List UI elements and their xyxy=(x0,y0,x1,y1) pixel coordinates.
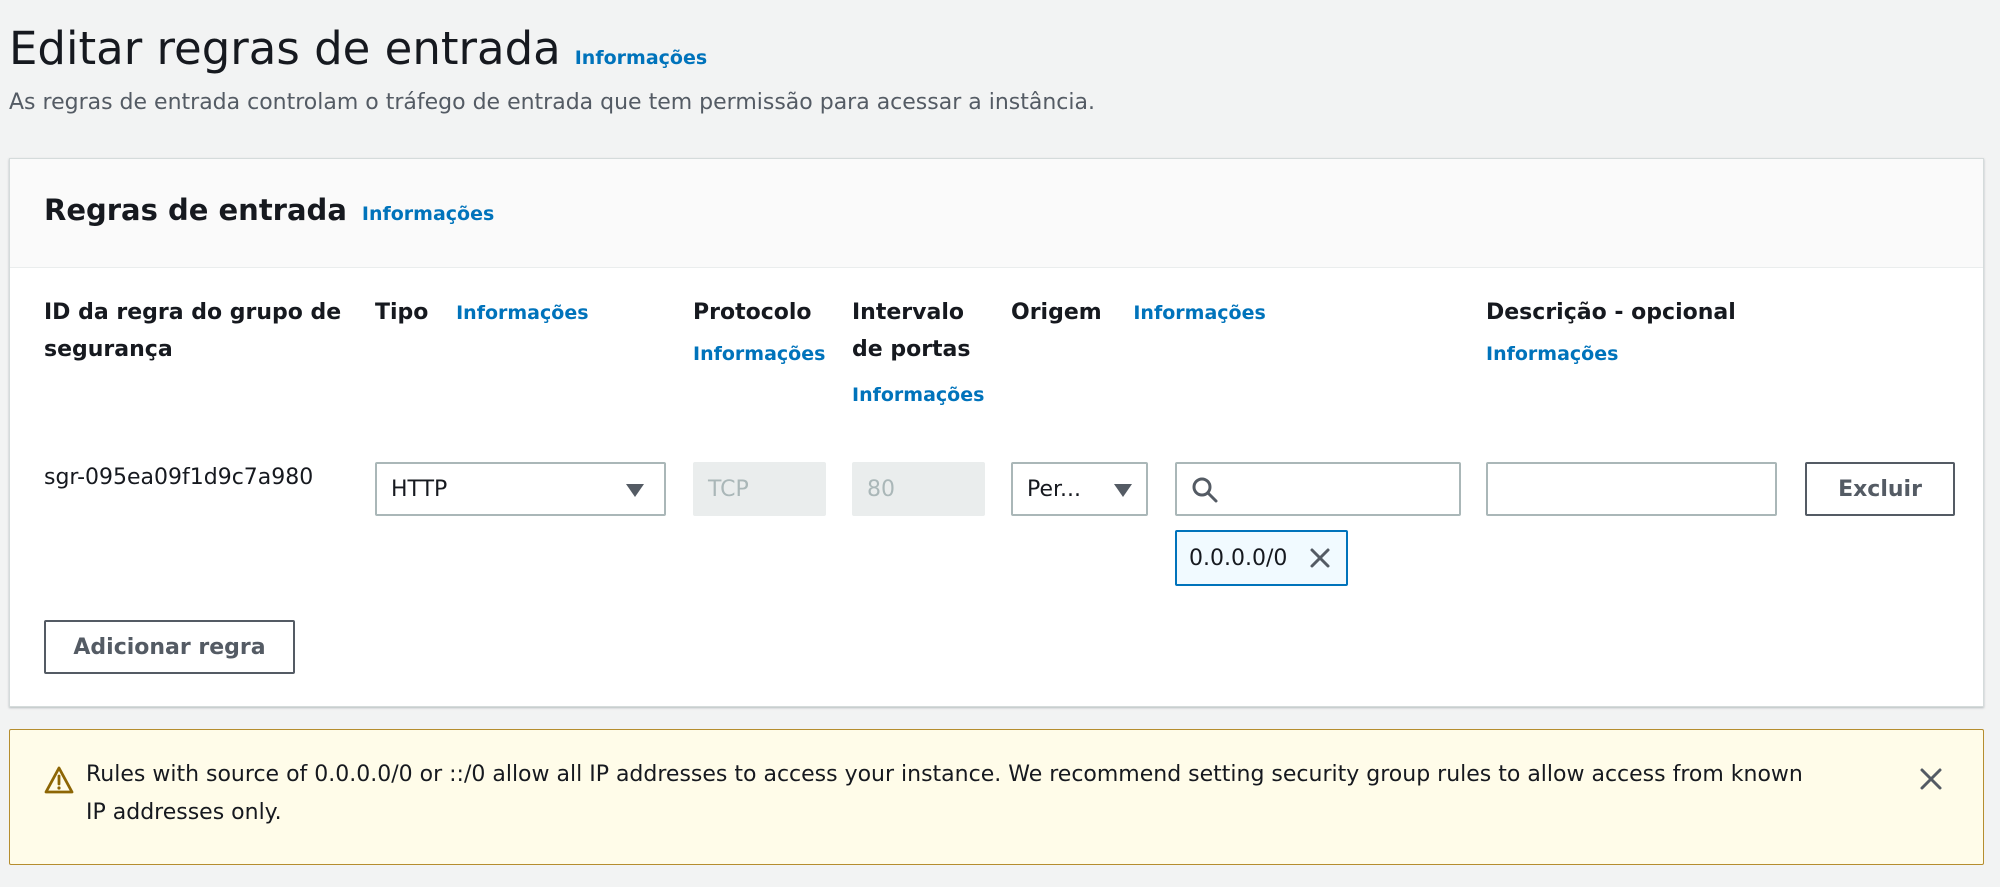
panel-title: Regras de entrada Informações xyxy=(44,193,494,227)
panel-header: Regras de entrada Informações xyxy=(10,159,1983,268)
warning-icon xyxy=(44,766,74,794)
caret-down-icon xyxy=(1114,484,1132,497)
panel-title-text: Regras de entrada xyxy=(44,193,347,227)
source-token-label: 0.0.0.0/0 xyxy=(1189,545,1288,571)
caret-down-icon xyxy=(626,484,644,497)
port-range-info-link[interactable]: Informações xyxy=(852,380,984,410)
port-range-value: 80 xyxy=(867,476,895,502)
column-header-port-range-label: Intervalo de portas xyxy=(852,300,971,362)
column-header-description: Descrição - opcional Informações xyxy=(1486,294,1736,369)
column-header-description-label: Descrição - opcional xyxy=(1486,300,1736,325)
protocol-field: TCP xyxy=(693,462,826,516)
add-rule-button[interactable]: Adicionar regra xyxy=(44,620,295,674)
warning-alert: Rules with source of 0.0.0.0/0 or ::/0 a… xyxy=(9,729,1984,865)
alert-text: Rules with source of 0.0.0.0/0 or ::/0 a… xyxy=(86,762,1803,825)
column-header-protocol-label: Protocolo xyxy=(693,300,812,325)
add-rule-button-label: Adicionar regra xyxy=(73,634,266,660)
column-header-source: Origem Informações xyxy=(1011,294,1266,332)
source-token: 0.0.0.0/0 xyxy=(1175,530,1348,586)
protocol-value: TCP xyxy=(708,476,749,502)
page-title-text: Editar regras de entrada xyxy=(9,22,561,75)
page-title-info-link[interactable]: Informações xyxy=(575,47,707,69)
close-icon[interactable] xyxy=(1308,546,1332,570)
type-select-value: HTTP xyxy=(391,476,448,502)
column-header-type: Tipo Informações xyxy=(375,294,589,332)
type-select[interactable]: HTTP xyxy=(375,462,666,516)
description-info-link[interactable]: Informações xyxy=(1486,339,1736,369)
description-input[interactable] xyxy=(1486,462,1777,516)
port-range-field: 80 xyxy=(852,462,985,516)
type-info-link[interactable]: Informações xyxy=(456,302,588,324)
panel-info-link[interactable]: Informações xyxy=(362,203,494,225)
column-header-protocol: Protocolo Informações xyxy=(693,294,825,369)
delete-rule-button[interactable]: Excluir xyxy=(1805,462,1955,516)
column-header-rule-id: ID da regra do grupo de segurança xyxy=(44,300,342,362)
page-title: Editar regras de entrada Informações xyxy=(9,22,707,75)
column-header-source-label: Origem xyxy=(1011,300,1102,325)
close-icon[interactable] xyxy=(1918,766,1944,792)
source-mode-select[interactable]: Per... xyxy=(1011,462,1148,516)
source-info-link[interactable]: Informações xyxy=(1133,302,1265,324)
search-icon xyxy=(1192,477,1218,503)
source-mode-value: Per... xyxy=(1027,476,1082,502)
rule-id-value: sgr-095ea09f1d9c7a980 xyxy=(44,465,314,490)
page-description: As regras de entrada controlam o tráfego… xyxy=(9,90,1095,115)
source-search-input[interactable] xyxy=(1175,462,1461,516)
delete-rule-button-label: Excluir xyxy=(1838,476,1922,502)
column-header-port-range: Intervalo de portas Informações xyxy=(852,294,984,410)
protocol-info-link[interactable]: Informações xyxy=(693,339,825,369)
column-header-type-label: Tipo xyxy=(375,300,429,325)
inbound-rules-panel: Regras de entrada Informações ID da regr… xyxy=(9,158,1984,707)
